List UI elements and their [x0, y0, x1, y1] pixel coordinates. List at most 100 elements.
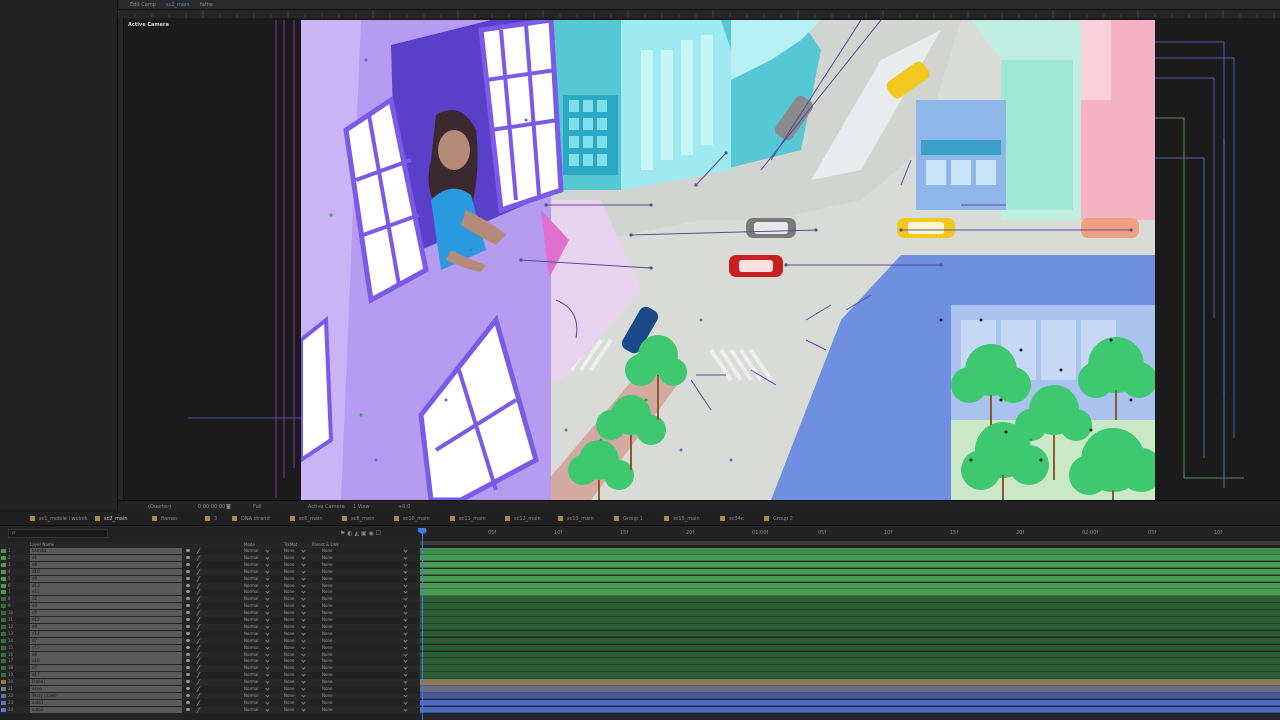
- visibility-eye-icon[interactable]: [186, 652, 190, 656]
- col-layer-name[interactable]: Layer Name: [30, 542, 54, 547]
- layer-duration-bar[interactable]: [420, 651, 1280, 658]
- layer-label-color[interactable]: [1, 673, 6, 678]
- track-matte-dropdown[interactable]: None: [284, 583, 294, 588]
- quality-switch-icon[interactable]: [196, 617, 206, 623]
- layer-label-color[interactable]: [1, 693, 6, 698]
- viewer-tab-fathe[interactable]: fathe: [200, 2, 213, 8]
- comp-tab-0[interactable]: sc1_mobile i wolnik: [30, 516, 88, 522]
- layer-name[interactable]: d7: [30, 637, 182, 644]
- camera-icon[interactable]: ◙: [226, 504, 231, 510]
- parent-dropdown[interactable]: None: [322, 638, 332, 643]
- layer-label-color[interactable]: [1, 687, 6, 691]
- layer-search-input[interactable]: ρ: [8, 529, 108, 538]
- layer-row[interactable]: 10 d5 Normal None None: [0, 610, 420, 617]
- blend-mode-dropdown[interactable]: Normal: [244, 583, 258, 588]
- blend-mode-dropdown[interactable]: Normal: [244, 562, 258, 567]
- parent-dropdown[interactable]: None: [322, 576, 332, 581]
- layer-label-color[interactable]: [1, 576, 6, 581]
- layer-label-color[interactable]: [1, 611, 6, 616]
- layer-row[interactable]: 19 d17 Normal None None: [0, 672, 420, 679]
- parent-dropdown[interactable]: None: [322, 693, 332, 698]
- visibility-eye-icon[interactable]: [186, 680, 190, 684]
- layer-duration-bar[interactable]: [420, 575, 1280, 583]
- resolution-dropdown[interactable]: Full: [253, 504, 262, 510]
- track-matte-dropdown[interactable]: None: [284, 658, 294, 663]
- track-matte-dropdown[interactable]: None: [284, 665, 294, 670]
- track-matte-dropdown[interactable]: None: [284, 624, 294, 629]
- visibility-eye-icon[interactable]: [186, 562, 190, 566]
- layer-name[interactable]: d16: [30, 658, 182, 665]
- comp-tab-14[interactable]: Group 2: [764, 516, 793, 522]
- parent-dropdown[interactable]: None: [322, 652, 332, 657]
- parent-dropdown[interactable]: None: [322, 589, 332, 594]
- visibility-eye-icon[interactable]: [186, 624, 190, 628]
- layer-name[interactable]: d7: [30, 665, 182, 672]
- track-matte-dropdown[interactable]: None: [284, 652, 294, 657]
- quality-switch-icon[interactable]: [196, 548, 206, 554]
- col-mode[interactable]: Mode: [244, 542, 255, 547]
- layer-name[interactable]: [kaba]: [30, 679, 182, 686]
- quality-switch-icon[interactable]: [196, 706, 206, 713]
- layer-name[interactable]: d15: [30, 644, 182, 651]
- comp-tab-8[interactable]: sc11_main: [450, 516, 486, 522]
- visibility-eye-icon[interactable]: [186, 590, 190, 594]
- layer-duration-bar[interactable]: [420, 630, 1280, 638]
- track-matte-dropdown[interactable]: None: [284, 610, 294, 615]
- visibility-eye-icon[interactable]: [186, 693, 190, 697]
- track-matte-dropdown[interactable]: None: [284, 693, 294, 698]
- blend-mode-dropdown[interactable]: Normal: [244, 576, 258, 581]
- comp-tab-11[interactable]: Group 1: [614, 516, 643, 522]
- blend-mode-dropdown[interactable]: Normal: [244, 589, 258, 594]
- magnification-dropdown[interactable]: (Quarter): [148, 504, 171, 510]
- comp-tab-7[interactable]: sc10_main: [394, 516, 430, 522]
- visibility-eye-icon[interactable]: [186, 583, 190, 587]
- blend-mode-dropdown[interactable]: Normal: [244, 610, 258, 615]
- layer-row[interactable]: 5 d9 Normal None None: [0, 575, 420, 583]
- layer-name[interactable]: d5: [30, 610, 182, 617]
- visibility-eye-icon[interactable]: [186, 576, 190, 580]
- layer-name[interactable]: d6: [30, 651, 182, 658]
- visibility-eye-icon[interactable]: [186, 555, 190, 559]
- quality-switch-icon[interactable]: [196, 658, 206, 665]
- layer-duration-bar[interactable]: [420, 589, 1280, 596]
- parent-dropdown[interactable]: None: [322, 569, 332, 574]
- blend-mode-dropdown[interactable]: Normal: [244, 569, 258, 574]
- track-matte-dropdown[interactable]: None: [284, 686, 294, 691]
- blend-mode-dropdown[interactable]: Normal: [244, 672, 258, 677]
- parent-dropdown[interactable]: None: [322, 665, 332, 670]
- blend-mode-dropdown[interactable]: Normal: [244, 596, 258, 601]
- layer-duration-bar[interactable]: [420, 596, 1280, 603]
- track-matte-dropdown[interactable]: None: [284, 638, 294, 643]
- layer-duration-bar[interactable]: [420, 561, 1280, 569]
- layer-duration-bar[interactable]: [420, 665, 1280, 672]
- layer-row[interactable]: 11 d12 Normal None None: [0, 617, 420, 624]
- track-matte-dropdown[interactable]: None: [284, 645, 294, 650]
- layer-name[interactable]: d9: [30, 575, 182, 582]
- layer-row[interactable]: 8 d2 Normal None None: [0, 596, 420, 603]
- layer-label-color[interactable]: [1, 707, 6, 712]
- parent-dropdown[interactable]: None: [322, 562, 332, 567]
- layer-duration-bar[interactable]: [420, 686, 1280, 693]
- quality-switch-icon[interactable]: [196, 630, 206, 637]
- layer-name[interactable]: d4: [30, 623, 182, 630]
- comp-tab-3[interactable]: 3: [205, 516, 217, 522]
- layer-name[interactable]: d10: [30, 568, 182, 575]
- blend-mode-dropdown[interactable]: Normal: [244, 645, 258, 650]
- layer-label-color[interactable]: [1, 631, 6, 636]
- layer-row[interactable]: 9 d3 Normal None None: [0, 603, 420, 610]
- layer-name[interactable]: d14: [30, 630, 182, 637]
- visibility-eye-icon[interactable]: [186, 618, 190, 621]
- layer-label-color[interactable]: [1, 645, 6, 650]
- layer-label-color[interactable]: [1, 618, 6, 622]
- track-matte-dropdown[interactable]: None: [284, 672, 294, 677]
- blend-mode-dropdown[interactable]: Normal: [244, 652, 258, 657]
- layer-duration-bar[interactable]: [420, 679, 1280, 686]
- blend-mode-dropdown[interactable]: Normal: [244, 617, 258, 622]
- layer-label-color[interactable]: [1, 562, 6, 567]
- layer-row[interactable]: 15 d15 Normal None None: [0, 644, 420, 652]
- blend-mode-dropdown[interactable]: Normal: [244, 686, 258, 691]
- layer-label-color[interactable]: [1, 638, 6, 643]
- layer-row[interactable]: 17 d16 Normal None None: [0, 658, 420, 665]
- visibility-eye-icon[interactable]: [186, 673, 190, 677]
- visibility-eye-icon[interactable]: [186, 666, 190, 670]
